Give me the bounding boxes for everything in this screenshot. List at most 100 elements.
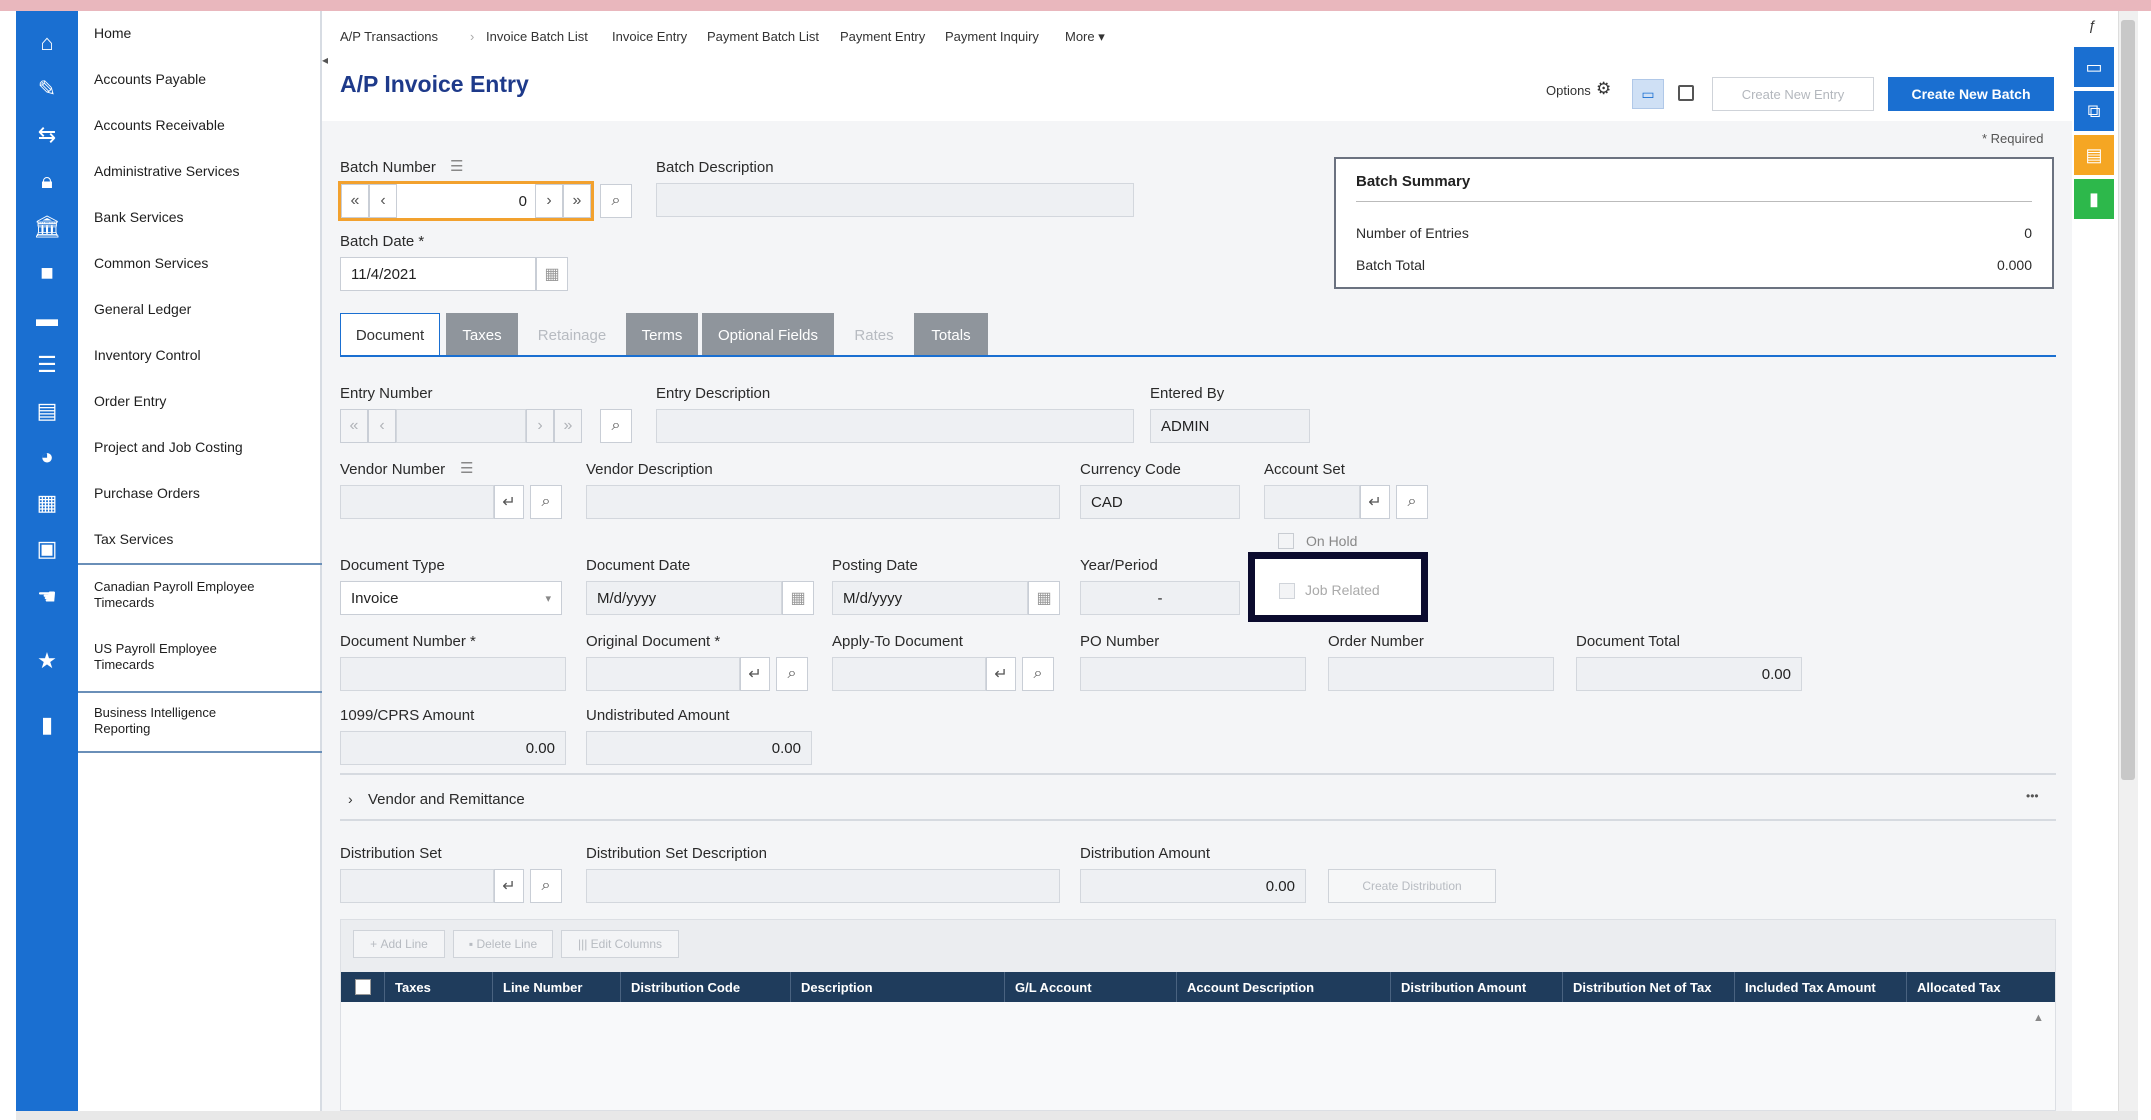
previous-batch-icon[interactable]: ‹ [369,184,397,218]
column-header-taxes[interactable]: Taxes [385,972,493,1002]
folder-icon[interactable]: ▬ [16,299,78,339]
star-icon[interactable]: ★ [16,641,78,681]
next-batch-icon[interactable]: › [535,184,563,218]
document-icon[interactable]: ▮ [2074,179,2114,219]
delete-line-button[interactable]: ▪ Delete Line [453,930,553,958]
account-set-return-icon[interactable]: ↵ [1360,485,1390,519]
more-options-icon[interactable]: ••• [2026,789,2039,803]
create-new-entry-button[interactable]: Create New Entry [1712,77,1874,111]
previous-entry-icon[interactable]: ‹ [368,409,396,443]
entry-description-input[interactable] [656,409,1134,443]
first-entry-icon[interactable]: « [340,409,368,443]
breadcrumb-payment-batch-list[interactable]: Payment Batch List [707,29,819,44]
breadcrumb-payment-inquiry[interactable]: Payment Inquiry [945,29,1039,44]
tab-totals[interactable]: Totals [914,313,988,357]
apply-to-document-input[interactable] [832,657,986,691]
batch-list-icon[interactable]: ☰ [450,157,463,175]
tab-optional-fields[interactable]: Optional Fields [702,313,834,357]
nav-item-canadian-payroll[interactable]: Canadian Payroll Employee Timecards [94,579,294,611]
column-header-line-number[interactable]: Line Number [493,972,621,1002]
bank-icon[interactable]: 🏛︎ [16,207,78,247]
calendar-icon[interactable]: ▦ [536,257,568,291]
accounts-payable-icon[interactable]: ✎ [16,69,78,109]
batch-description-input[interactable] [656,183,1134,217]
po-number-input[interactable] [1080,657,1306,691]
first-batch-icon[interactable]: « [341,184,369,218]
column-header-allocated-tax[interactable]: Allocated Tax [1907,972,2055,1002]
page-scrollbar-thumb[interactable] [2121,20,2135,780]
column-header-included-tax-amount[interactable]: Included Tax Amount [1735,972,1907,1002]
payroll-icon[interactable]: ☚ [16,577,78,617]
vendor-remittance-section[interactable]: Vendor and Remittance [368,791,525,808]
bar-chart-icon[interactable]: ▮ [16,705,78,745]
account-set-input[interactable] [1264,485,1360,519]
entry-search-icon[interactable]: ⌕ [600,409,632,443]
vendor-finder-return-icon[interactable]: ↵ [494,485,524,519]
create-distribution-button[interactable]: Create Distribution [1328,869,1496,903]
nav-item-inventory-control[interactable]: Inventory Control [94,347,314,363]
document-date-calendar-icon[interactable]: ▦ [782,581,814,615]
card-view-icon[interactable]: ▭ [1632,79,1664,109]
briefcase-icon[interactable]: ■ [16,253,78,293]
distribution-set-description-input[interactable] [586,869,1060,903]
on-hold-checkbox[interactable] [1278,533,1294,549]
breadcrumb-payment-entry[interactable]: Payment Entry [840,29,925,44]
batch-number-input[interactable]: 0 [401,184,533,218]
grid-scroll-up-icon[interactable]: ▲ [2033,1012,2044,1024]
breadcrumb-more[interactable]: More ▾ [1065,29,1105,45]
posting-date-calendar-icon[interactable]: ▦ [1028,581,1060,615]
batch-date-input[interactable]: 11/4/2021 [340,257,536,291]
purchase-icon[interactable]: ▦ [16,483,78,523]
breadcrumb-ap-transactions[interactable]: A/P Transactions [340,29,438,44]
nav-item-project-job-costing[interactable]: Project and Job Costing [94,439,314,455]
column-header-distribution-net-of-tax[interactable]: Distribution Net of Tax [1563,972,1735,1002]
nav-item-tax-services[interactable]: Tax Services [94,531,314,547]
column-header-description[interactable]: Description [791,972,1005,1002]
last-batch-icon[interactable]: » [563,184,591,218]
next-entry-icon[interactable]: › [526,409,554,443]
document-number-input[interactable] [340,657,566,691]
last-entry-icon[interactable]: » [554,409,582,443]
distribution-set-search-icon[interactable]: ⌕ [530,869,562,903]
entry-number-input[interactable] [396,409,526,443]
nav-item-accounts-payable[interactable]: Accounts Payable [94,71,314,87]
nav-item-home[interactable]: Home [94,25,314,41]
vendor-list-icon[interactable]: ☰ [460,459,473,477]
nav-item-general-ledger[interactable]: General Ledger [94,301,314,317]
nav-item-us-payroll[interactable]: US Payroll Employee Timecards [94,641,274,673]
nav-item-purchase-orders[interactable]: Purchase Orders [94,485,314,501]
inventory-icon[interactable]: ☰ [16,345,78,385]
pie-chart-icon[interactable]: ◕ [16,437,78,477]
options-label[interactable]: Options [1546,83,1591,98]
add-line-button[interactable]: + Add Line [353,930,445,958]
distribution-set-input[interactable] [340,869,494,903]
column-header-gl-account[interactable]: G/L Account [1005,972,1177,1002]
posting-date-input[interactable]: M/d/yyyy [832,581,1028,615]
nav-item-business-intelligence[interactable]: Business Intelligence Reporting [94,705,274,737]
lock-icon[interactable]: 🔒︎ [16,161,78,201]
account-set-search-icon[interactable]: ⌕ [1396,485,1428,519]
tab-rates[interactable]: Rates [838,313,910,357]
column-header-distribution-amount[interactable]: Distribution Amount [1391,972,1563,1002]
vendor-search-icon[interactable]: ⌕ [530,485,562,519]
accounts-receivable-icon[interactable]: ⇆ [16,115,78,155]
batch-search-icon[interactable]: ⌕ [600,184,632,218]
create-new-batch-button[interactable]: Create New Batch [1888,77,2054,111]
window-icon[interactable]: ▭ [2074,47,2114,87]
tab-terms[interactable]: Terms [626,313,698,357]
order-icon[interactable]: ▤ [16,391,78,431]
chevron-right-icon[interactable]: › [348,791,353,807]
nav-item-bank-services[interactable]: Bank Services [94,209,314,225]
breadcrumb-invoice-batch-list[interactable]: Invoice Batch List [486,29,588,44]
original-document-input[interactable] [586,657,740,691]
report-icon[interactable]: ▤ [2074,135,2114,175]
apply-to-search-icon[interactable]: ⌕ [1022,657,1054,691]
select-all-checkbox[interactable] [354,979,371,995]
nav-item-order-entry[interactable]: Order Entry [94,393,314,409]
order-number-input[interactable] [1328,657,1554,691]
nav-item-administrative-services[interactable]: Administrative Services [94,163,314,179]
tax-icon[interactable]: ▣ [16,529,78,569]
column-header-account-description[interactable]: Account Description [1177,972,1391,1002]
home-icon[interactable]: ⌂ [16,23,78,63]
edit-columns-button[interactable]: ||| Edit Columns [561,930,679,958]
